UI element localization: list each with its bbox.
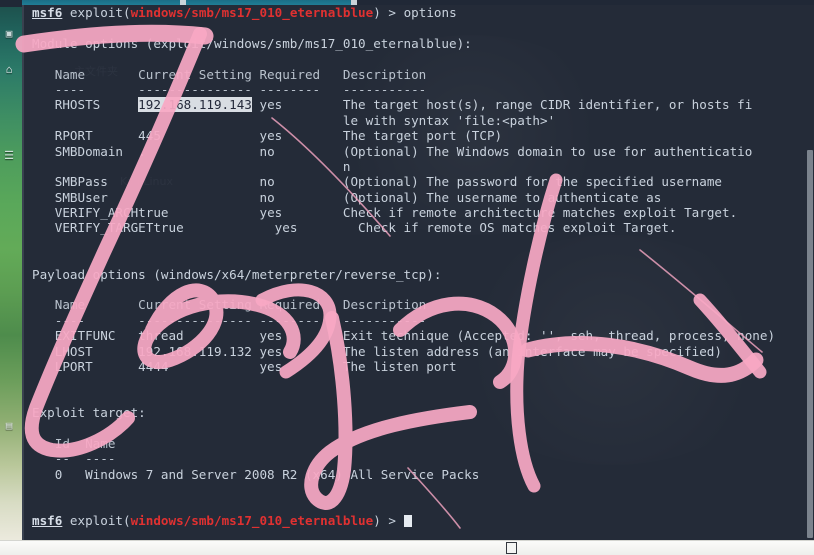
module-option-row: RPORT 445 yes The target port (TCP) bbox=[32, 128, 503, 144]
desktop-background: ▣ ⌂ ☰ ▤ bbox=[0, 0, 22, 541]
desktop-icon-computer[interactable]: ▣ bbox=[1, 26, 17, 42]
payload-column-rule: ---- --------------- -------- ----------… bbox=[32, 312, 427, 328]
prompt-line-top: msf6 exploit(windows/smb/ms17_010_eterna… bbox=[32, 5, 457, 20]
desktop-icon-trash[interactable]: ☰ bbox=[1, 148, 17, 164]
payload-option-row: LHOST 192.168.119.132 yes The listen add… bbox=[32, 343, 722, 359]
payload-column-headers: Name Current Setting Required Descriptio… bbox=[32, 297, 427, 313]
terminal-cursor bbox=[403, 514, 412, 527]
scrollbar-thumb[interactable] bbox=[807, 150, 813, 538]
module-option-row: RHOSTS 192.168.119.143 yes The target ho… bbox=[32, 97, 753, 113]
screen-root: ▣ ⌂ ☰ ▤ 主文件夹 Kali Linux msf6 exploit(win… bbox=[0, 0, 814, 555]
terminal-output: msf6 exploit(windows/smb/ms17_010_eterna… bbox=[32, 5, 814, 528]
module-column-headers: Name Current Setting Required Descriptio… bbox=[32, 67, 814, 82]
prompt-user: msf6 bbox=[32, 5, 63, 20]
prompt-module: windows/smb/ms17_010_eternalblue bbox=[130, 512, 374, 528]
files-icon: ▤ bbox=[5, 419, 13, 432]
module-option-wrap: le with syntax 'file:<path>' bbox=[32, 112, 556, 128]
module-options-header: Module options (exploit/windows/smb/ms17… bbox=[32, 35, 472, 51]
home-folder-icon: ⌂ bbox=[5, 63, 13, 76]
computer-icon: ▣ bbox=[5, 27, 13, 40]
payload-options-header: Payload options (windows/x64/meterpreter… bbox=[32, 266, 442, 282]
module-option-row: SMBUser no (Optional) The username to au… bbox=[32, 189, 662, 205]
prompt-module: windows/smb/ms17_010_eternalblue bbox=[130, 5, 374, 20]
module-option-wrap: n bbox=[32, 158, 351, 174]
scrollbar-track[interactable] bbox=[806, 5, 814, 541]
module-column-rule: ---- --------------- -------- ----------… bbox=[32, 81, 427, 97]
terminal-window[interactable]: 主文件夹 Kali Linux msf6 exploit(windows/smb… bbox=[22, 5, 814, 541]
trash-icon: ☰ bbox=[4, 149, 14, 162]
module-option-row: SMBDomain . no (Optional) The Windows do… bbox=[32, 143, 753, 159]
target-column-headers: Id Name bbox=[32, 435, 116, 451]
module-option-row: VERIFY_TARGETtrue yes Check if remote OS… bbox=[32, 220, 677, 236]
bottom-panel-window-button[interactable] bbox=[506, 542, 517, 554]
desktop-icon-home-folder[interactable]: ⌂ bbox=[1, 62, 17, 78]
bottom-panel bbox=[0, 540, 814, 555]
payload-option-row: LPORT 4444 yes The listen port bbox=[32, 358, 457, 374]
payload-option-row: EXITFUNC thread yes Exit technique (Acce… bbox=[32, 328, 776, 344]
module-column-headers: Name Current Setting Required Descriptio… bbox=[32, 66, 427, 82]
desktop-icon-files[interactable]: ▤ bbox=[1, 418, 17, 434]
prompt-user: msf6 bbox=[32, 512, 63, 528]
selected-value[interactable]: 192.168.119.143 bbox=[138, 97, 252, 113]
prompt-line-bottom: msf6 exploit(windows/smb/ms17_010_eterna… bbox=[32, 513, 814, 528]
target-column-rule: -- ---- bbox=[32, 451, 116, 467]
terminal-left-edge bbox=[22, 5, 24, 541]
target-row: 0 Windows 7 and Server 2008 R2 (x64) All… bbox=[32, 466, 480, 482]
entered-command: options bbox=[403, 5, 457, 20]
module-option-row: VERIFY_ARCHtrue yes Check if remote arch… bbox=[32, 205, 738, 221]
exploit-target-header: Exploit target: bbox=[32, 405, 146, 421]
module-option-row: SMBPass no (Optional) The password for t… bbox=[32, 174, 722, 190]
